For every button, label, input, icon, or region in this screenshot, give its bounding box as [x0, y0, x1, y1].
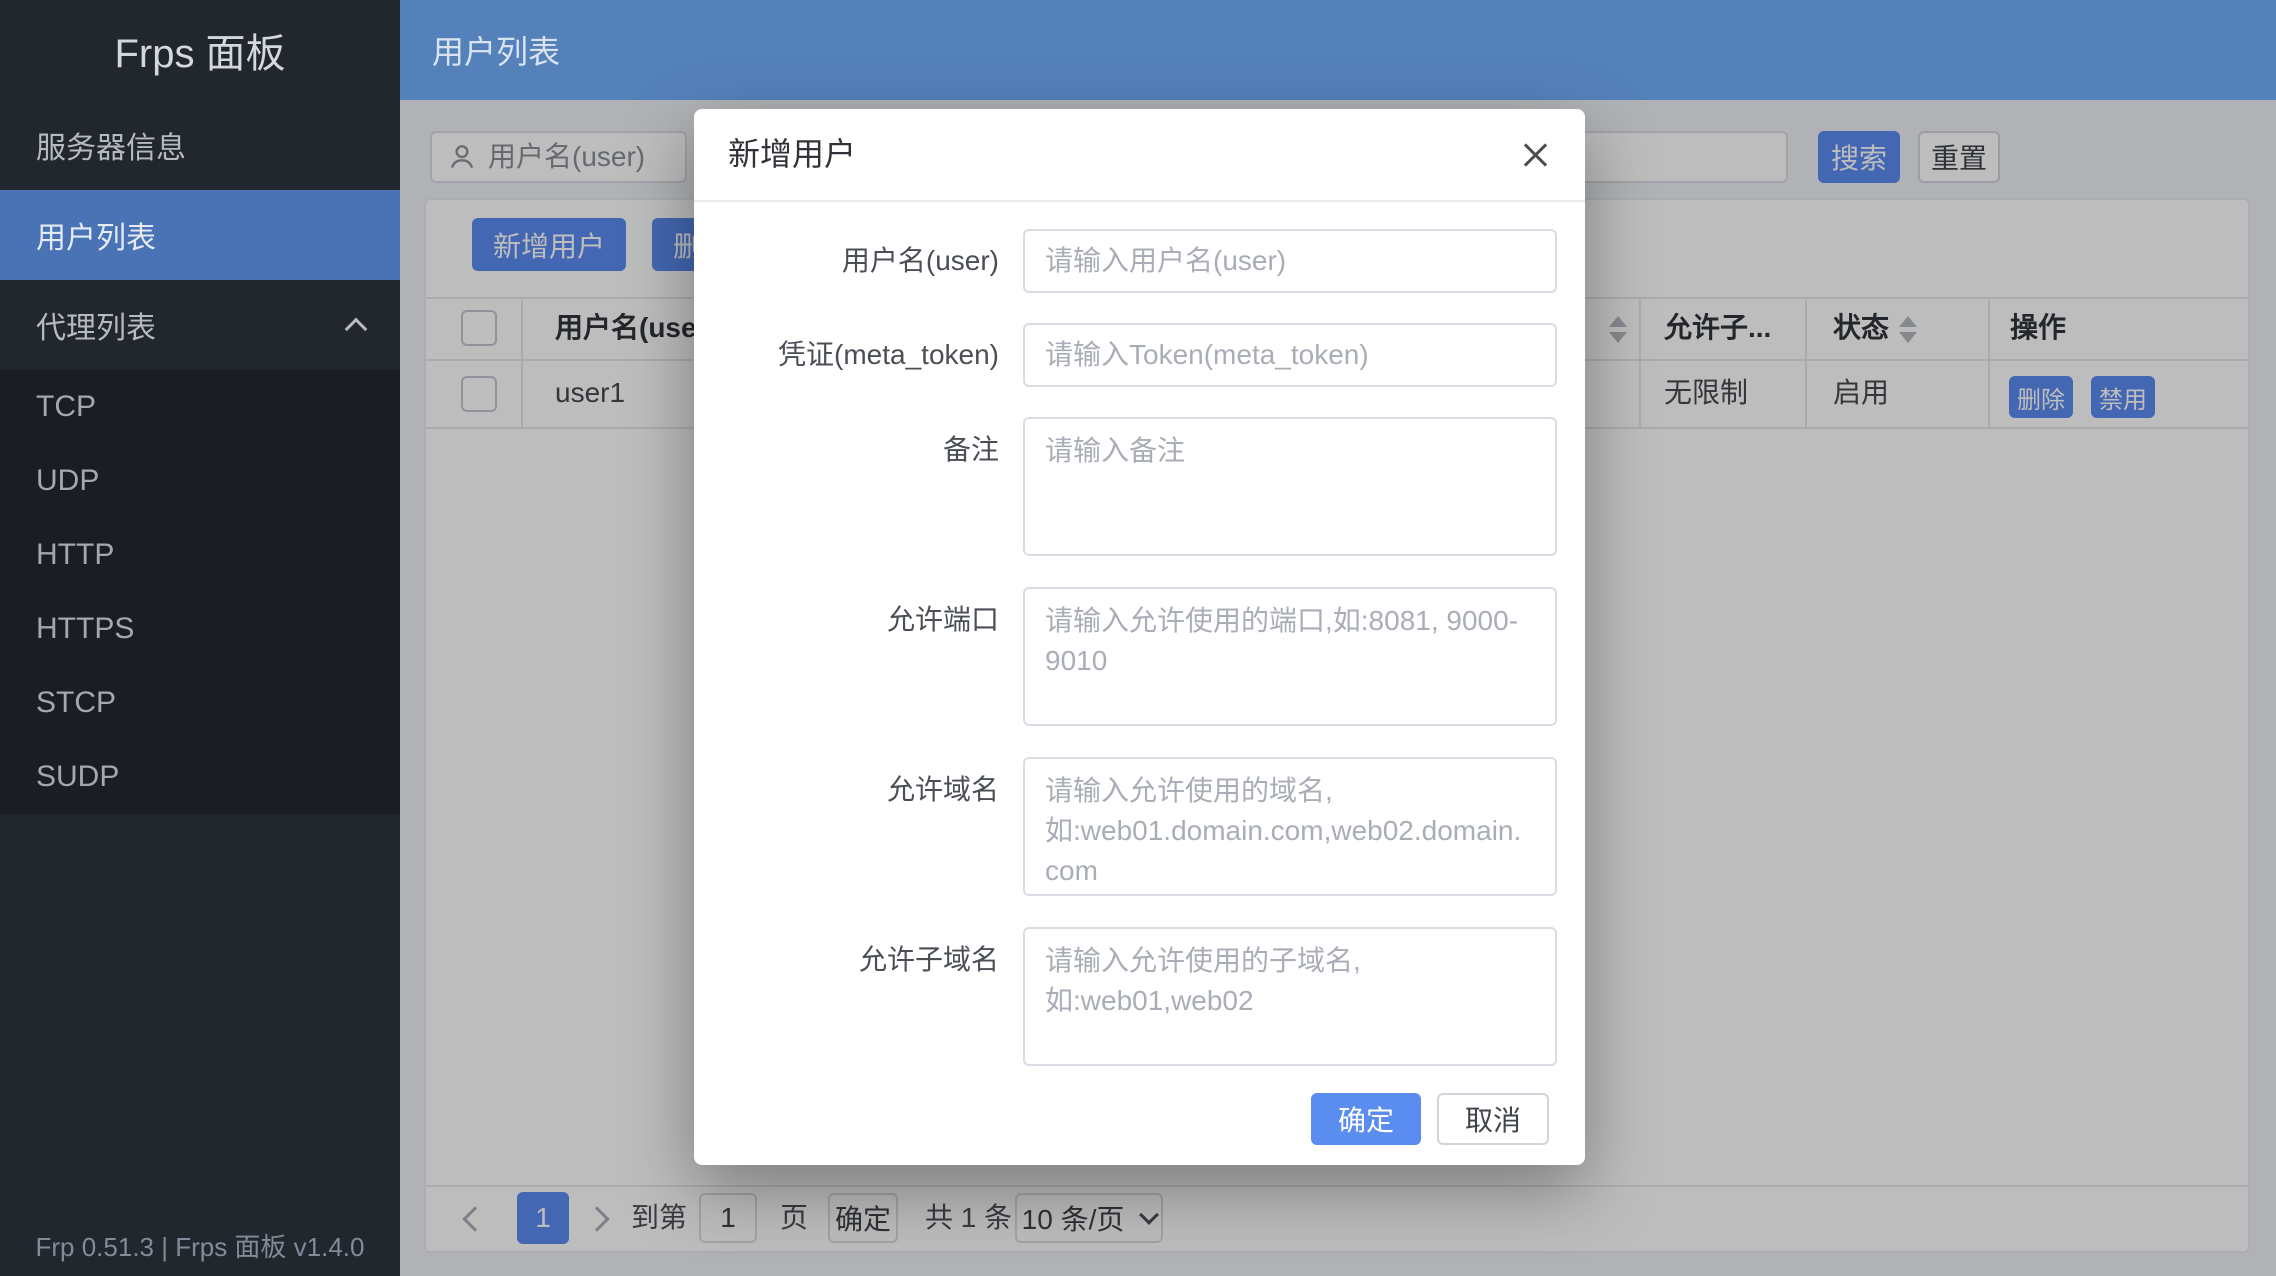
frps-panel-screen: Frps 面板 服务器信息 用户列表 代理列表 TCP UDP HTTP HTT…	[0, 0, 2276, 1276]
version-footer: Frp 0.51.3 | Frps 面板 v1.4.0	[0, 1227, 400, 1264]
field-label-token: 凭证(meta_token)	[694, 323, 999, 387]
sub-item-label: HTTP	[36, 538, 114, 572]
sidebar-submenu-proxies: TCP UDP HTTP HTTPS STCP SUDP	[0, 370, 400, 814]
field-label-allow-subdomains: 允许子域名	[694, 927, 999, 993]
allow-subdomains-textarea[interactable]	[1023, 927, 1557, 1066]
sub-item-label: STCP	[36, 686, 116, 720]
sidebar-item-tcp[interactable]: TCP	[0, 370, 400, 444]
add-user-dialog: 新增用户 用户名(user) 凭证(meta_token) 备注 允许端口 允许…	[694, 109, 1585, 1165]
comment-textarea[interactable]	[1023, 417, 1557, 556]
sidebar-item-server-info[interactable]: 服务器信息	[0, 100, 400, 190]
sidebar-item-udp[interactable]: UDP	[0, 444, 400, 518]
topbar: 用户列表	[400, 0, 2276, 100]
dialog-title: 新增用户	[728, 109, 856, 200]
dialog-header-divider	[694, 200, 1585, 202]
username-input[interactable]	[1023, 229, 1557, 293]
token-input[interactable]	[1023, 323, 1557, 387]
field-label-allow-domains: 允许域名	[694, 757, 999, 823]
close-icon[interactable]	[1515, 135, 1555, 175]
field-label-username: 用户名(user)	[694, 229, 999, 293]
sub-item-label: UDP	[36, 464, 99, 498]
sidebar-item-proxy-list[interactable]: 代理列表	[0, 280, 400, 370]
app-title: Frps 面板	[0, 0, 400, 100]
chevron-up-icon	[345, 318, 368, 341]
dialog-cancel-button[interactable]: 取消	[1437, 1093, 1549, 1145]
sidebar-item-user-list[interactable]: 用户列表	[0, 190, 400, 280]
dialog-ok-button[interactable]: 确定	[1311, 1093, 1421, 1145]
allow-ports-textarea[interactable]	[1023, 587, 1557, 726]
sidebar-item-label: 代理列表	[36, 303, 156, 347]
dialog-header: 新增用户	[694, 109, 1585, 200]
sidebar: Frps 面板 服务器信息 用户列表 代理列表 TCP UDP HTTP HTT…	[0, 0, 400, 1276]
field-label-allow-ports: 允许端口	[694, 587, 999, 653]
sidebar-item-http[interactable]: HTTP	[0, 518, 400, 592]
sidebar-item-label: 服务器信息	[36, 123, 186, 167]
sidebar-item-sudp[interactable]: SUDP	[0, 740, 400, 814]
field-label-comment: 备注	[694, 417, 999, 483]
sidebar-item-https[interactable]: HTTPS	[0, 592, 400, 666]
sub-item-label: SUDP	[36, 760, 119, 794]
sub-item-label: TCP	[36, 390, 96, 424]
allow-domains-textarea[interactable]	[1023, 757, 1557, 896]
sidebar-item-label: 用户列表	[36, 213, 156, 257]
page-title: 用户列表	[432, 27, 560, 73]
sub-item-label: HTTPS	[36, 612, 134, 646]
sidebar-item-stcp[interactable]: STCP	[0, 666, 400, 740]
